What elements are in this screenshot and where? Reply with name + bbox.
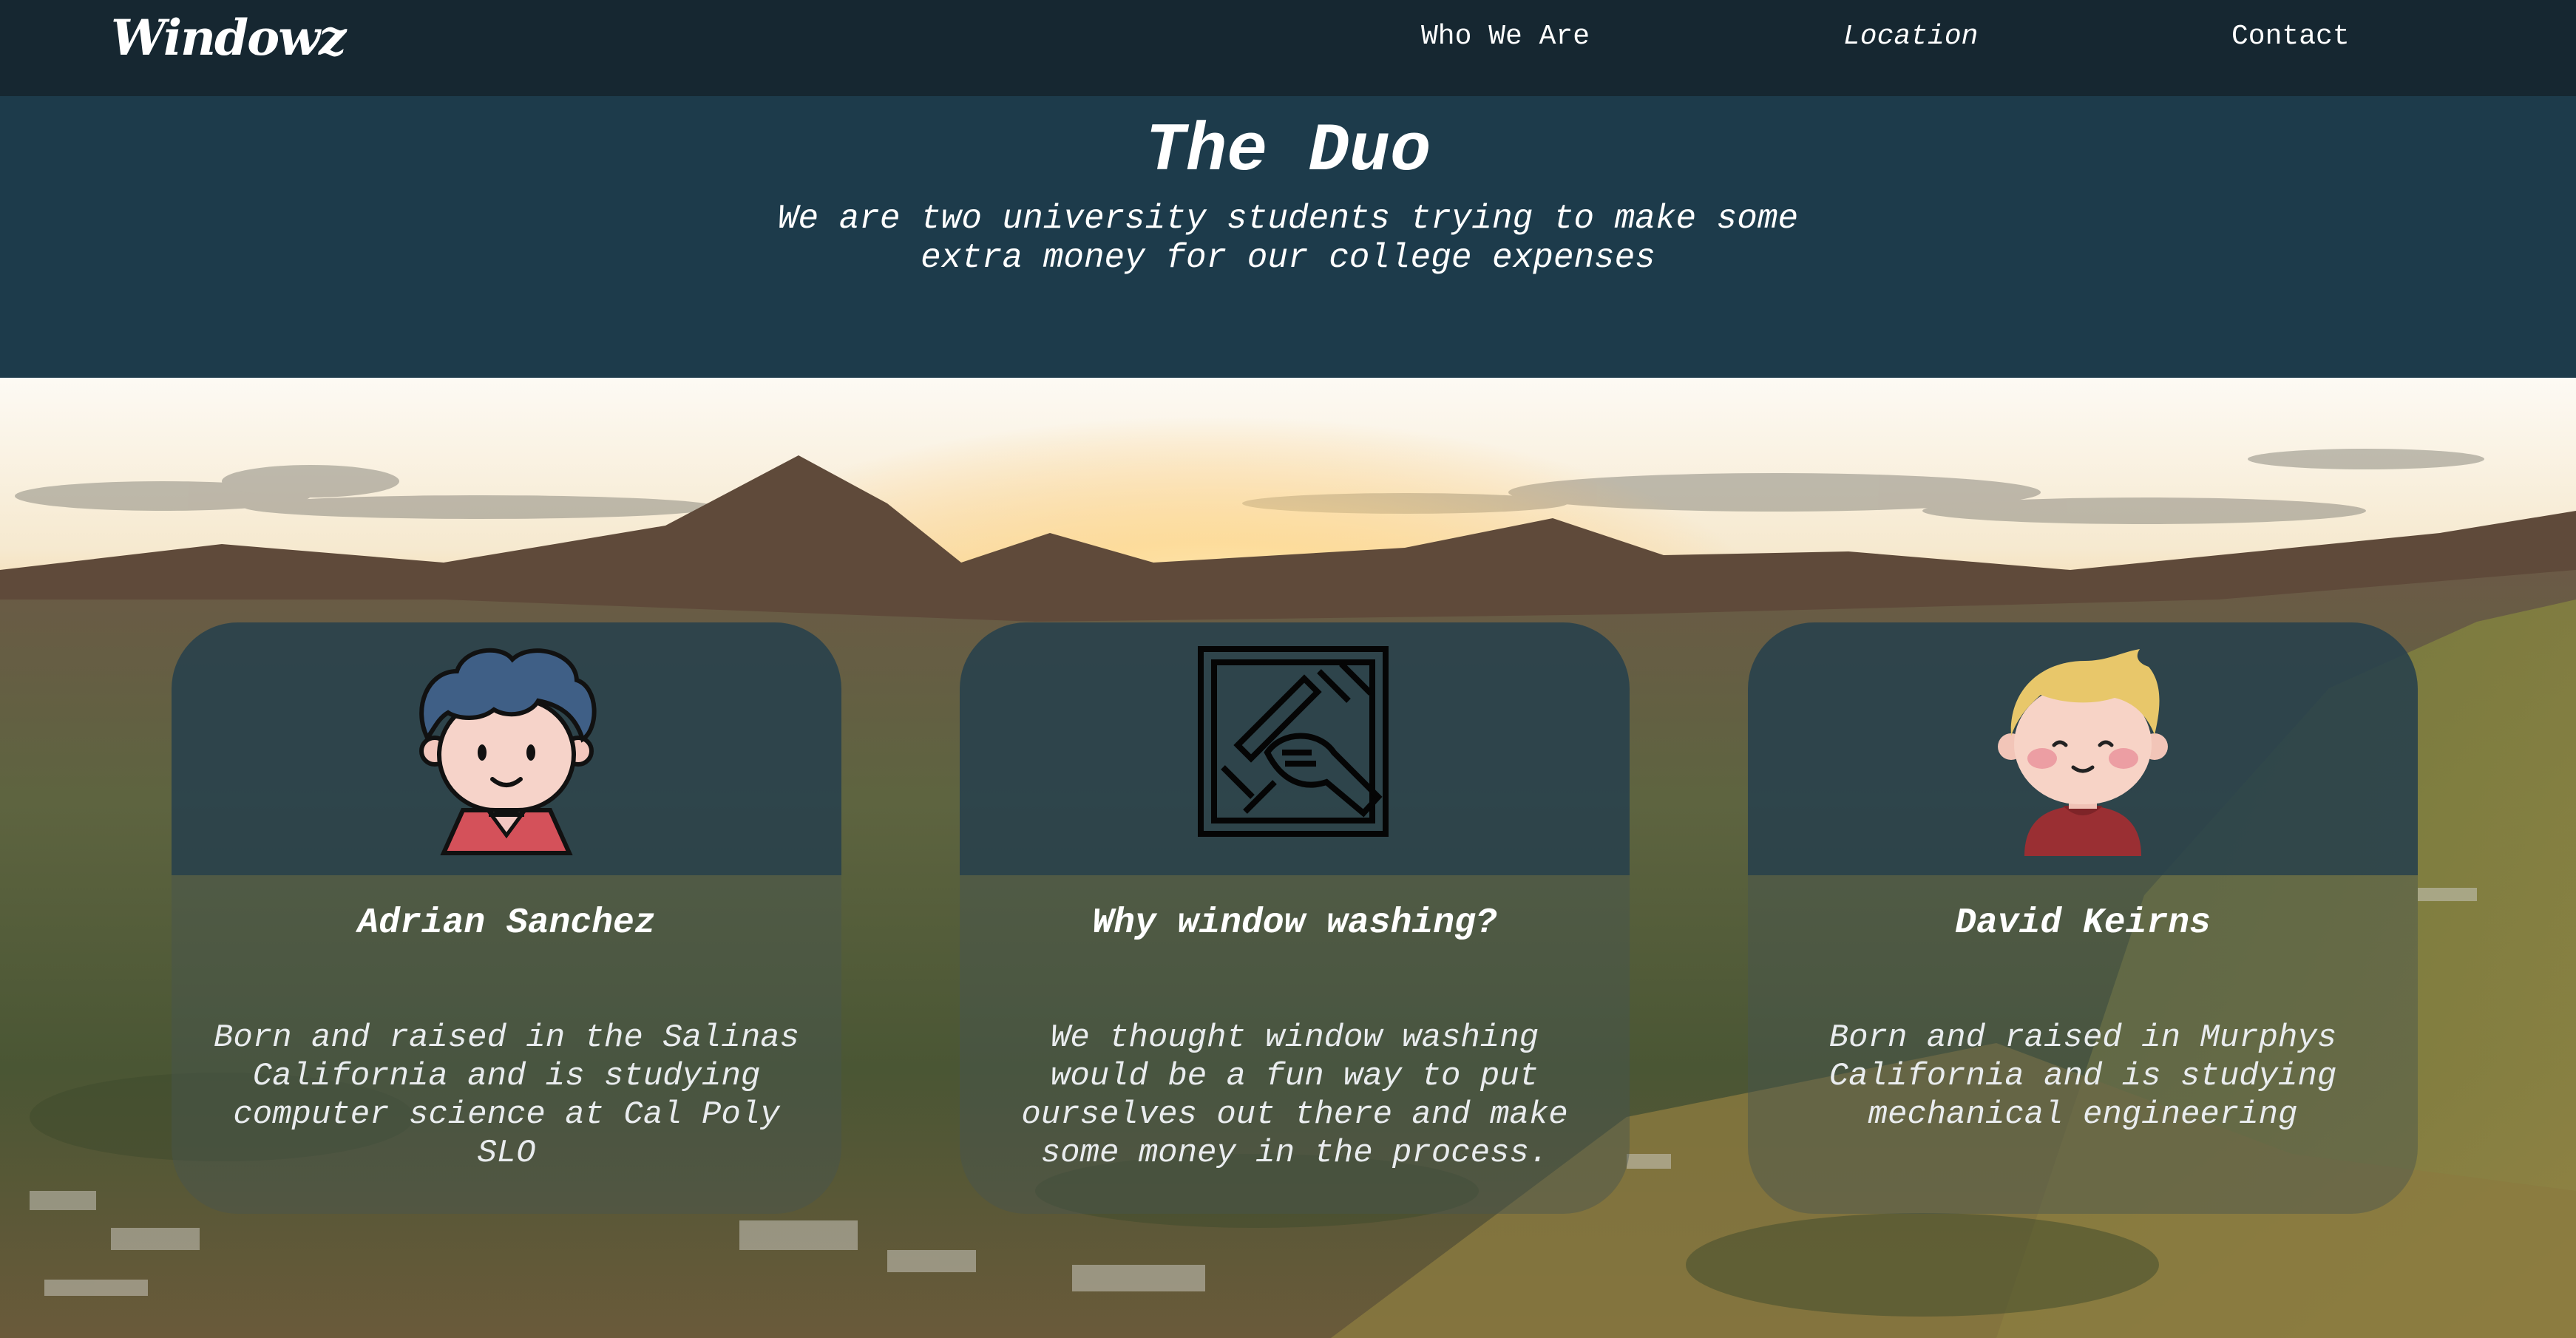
boy-avatar-icon (405, 642, 608, 856)
nav-link-contact[interactable]: Contact (2231, 21, 2350, 52)
nav-link-location[interactable]: Location (1843, 21, 1978, 52)
card-title: Adrian Sanchez (357, 903, 656, 943)
hero-section: The Duo We are two university students t… (0, 96, 2576, 378)
card-title: Why window washing? (1092, 903, 1497, 943)
card-description: Born and raised in Murphys California an… (1828, 1019, 2337, 1133)
team-card-why-window-washing: Why window washing? We thought window wa… (960, 622, 1630, 1214)
card-title: David Keirns (1955, 903, 2211, 943)
page-subtitle: We are two university students trying to… (777, 200, 1799, 277)
nav-link-who-we-are[interactable]: Who We Are (1421, 21, 1590, 52)
page-title: The Duo (1145, 112, 1431, 190)
card-description: We thought window washing would be a fun… (1021, 1019, 1568, 1172)
window-washing-icon (1193, 642, 1396, 856)
team-card-david: David Keirns Born and raised in Murphys … (1748, 622, 2418, 1214)
card-description: Born and raised in the Salinas Californi… (213, 1019, 800, 1172)
team-card-adrian: Adrian Sanchez Born and raised in the Sa… (172, 622, 841, 1214)
navbar: Windowz Who We Are Location Contact (0, 0, 2576, 96)
blond-boy-avatar-icon (1982, 642, 2184, 856)
site-logo[interactable]: Windowz (111, 9, 346, 67)
